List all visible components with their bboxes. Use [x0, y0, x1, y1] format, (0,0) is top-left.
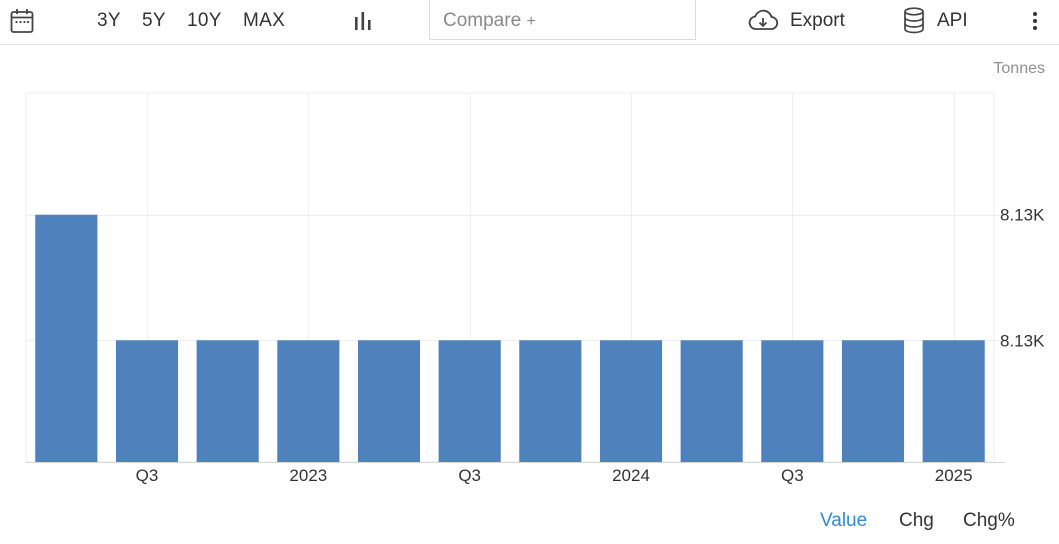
bar [35, 214, 98, 462]
legend-chg-pct-button[interactable]: Chg% [963, 510, 1015, 532]
bar [599, 340, 663, 462]
bar [357, 340, 421, 462]
bar [680, 340, 743, 462]
legend-value-button[interactable]: Value [820, 510, 867, 532]
x-tick-label: Q3 [458, 466, 481, 485]
bar [519, 340, 582, 462]
x-tick-label: 2023 [289, 466, 327, 485]
y-tick-label: 8.13K [1000, 206, 1045, 225]
x-tick-label: 2024 [612, 466, 650, 485]
bar [922, 340, 985, 462]
bar [115, 340, 179, 462]
bar-chart: Q3 2023 Q3 2024 Q3 2025 8.13K 8.13K [25, 92, 1045, 485]
y-tick-label: 8.13K [1000, 331, 1045, 350]
bar [277, 340, 340, 462]
x-tick-label: Q3 [781, 466, 804, 485]
bar [761, 340, 824, 462]
bar [841, 340, 905, 462]
bar [196, 340, 259, 462]
bar [438, 340, 501, 462]
x-tick-label: Q3 [136, 466, 159, 485]
legend-chg-button[interactable]: Chg [899, 510, 934, 532]
x-tick-label: 2025 [935, 466, 973, 485]
